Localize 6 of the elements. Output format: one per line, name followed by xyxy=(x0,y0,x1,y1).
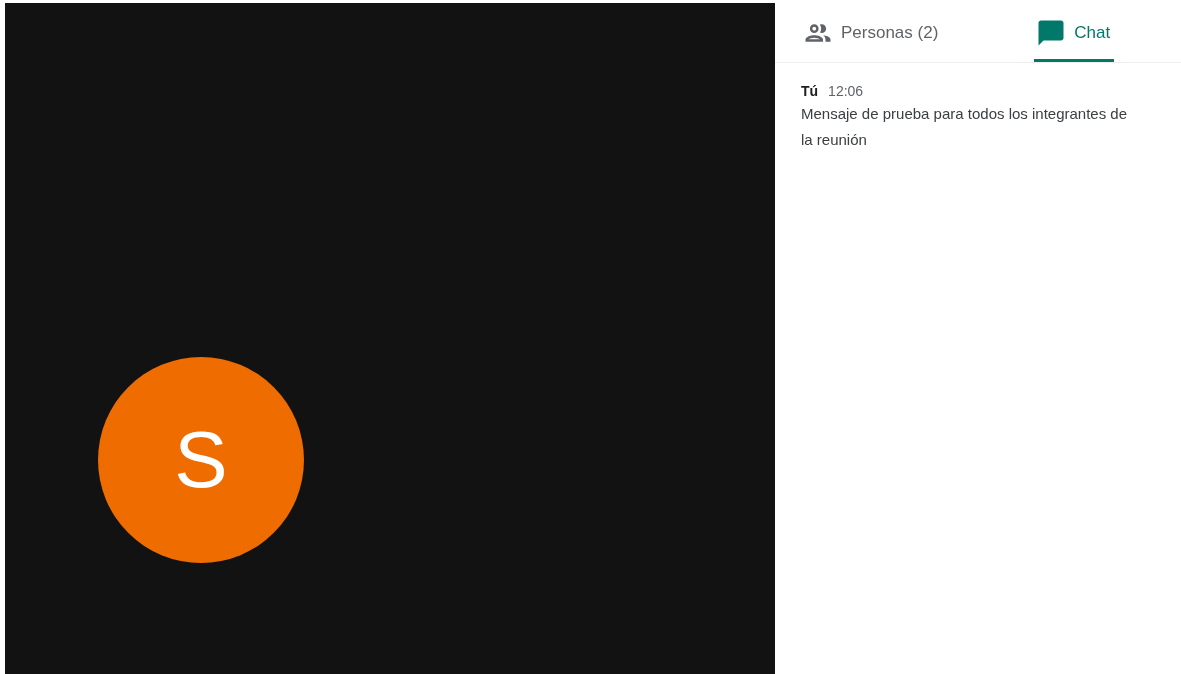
avatar: S xyxy=(98,357,304,563)
tab[interactable]: Personas (2) xyxy=(801,3,943,62)
message-time: 12:06 xyxy=(828,83,864,99)
sender-name: Tú xyxy=(801,83,819,99)
tab[interactable]: Chat xyxy=(1034,3,1115,62)
message-text: Mensaje de prueba para todos los integrantes de la reunión xyxy=(801,104,1129,150)
